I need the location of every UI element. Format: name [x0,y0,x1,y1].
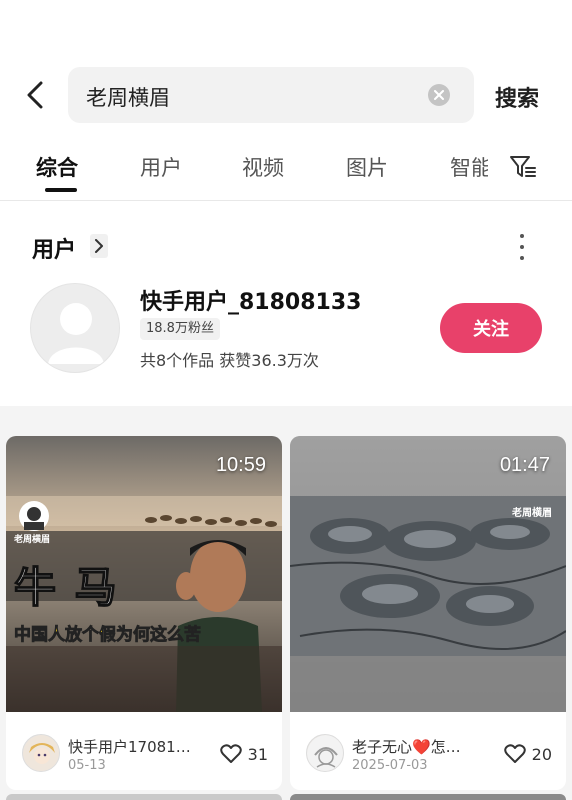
thumbnail-overlay-title: 牛 马 [13,562,119,613]
author-avatar [22,734,60,772]
search-input[interactable]: 老周横眉 [68,67,474,123]
more-dot-icon [520,234,524,238]
anime-avatar-icon [23,735,59,771]
user-section-more-button[interactable] [90,234,108,258]
default-avatar-icon [48,303,104,364]
more-dot-icon [520,256,524,260]
active-tab-indicator [45,188,77,192]
tabs-divider [0,200,572,201]
sketch-avatar-icon [307,735,343,771]
search-header: 老周横眉 搜索 [0,67,572,123]
back-button[interactable] [22,81,48,109]
back-arrow-icon [27,81,43,109]
video-thumbnail: 老周横眉 牛 马 中国人放个假为何这么苦 10:59 [6,436,282,712]
tab-smart-clip: 智能 [448,148,488,188]
thumbnail-overlay-subtitle: 中国人放个假为何这么苦 [14,625,202,646]
tab-videos[interactable]: 视频 [242,152,284,182]
user-section-title: 用户 [32,238,77,263]
follow-button[interactable]: 关注 [440,303,542,353]
video-duration: 01:47 [499,454,550,476]
post-date: 05-13 [68,758,106,773]
like-button[interactable]: 20 [503,744,552,764]
tab-smart[interactable]: 智能 [450,152,488,182]
search-submit-button[interactable]: 搜索 [495,81,539,113]
next-card-peek [6,794,282,800]
close-icon [434,90,444,100]
filter-button[interactable] [508,152,538,182]
author-name: 老子无心❤️怎… [352,738,461,756]
section-divider [0,406,572,432]
filter-icon [510,156,536,177]
clear-search-button[interactable] [428,84,450,106]
tab-users[interactable]: 用户 [140,152,182,182]
next-card-peek [290,794,566,800]
thumbnail-image [290,436,566,712]
video-duration: 10:59 [215,454,266,476]
more-dot-icon [520,245,524,249]
user-name[interactable]: 快手用户_81808133 [140,284,361,316]
tab-comprehensive[interactable]: 综合 [36,152,78,182]
more-options-button[interactable] [512,234,532,260]
like-count: 20 [531,744,552,764]
heart-icon [219,744,242,763]
author-avatar [306,734,344,772]
tab-images[interactable]: 图片 [346,152,388,182]
like-count: 31 [247,744,268,764]
author-name: 快手用户17081… [68,738,191,756]
search-query-text: 老周横眉 [86,86,170,110]
post-date: 2025-07-03 [352,758,428,773]
video-card[interactable]: 老周横眉 牛 马 中国人放个假为何这么苦 10:59 快手用户17081… 05… [6,436,282,790]
fans-count-badge: 18.8万粉丝 [140,318,220,340]
video-thumbnail: 老周横眉 01:47 [290,436,566,712]
user-stats: 共8个作品 获赞36.3万次 [140,351,319,370]
channel-mark-text: 老周横眉 [512,508,552,519]
like-button[interactable]: 31 [219,744,268,764]
video-card[interactable]: 老周横眉 01:47 老子无心❤️怎… 2025-07-03 20 [290,436,566,790]
chevron-right-icon [95,239,103,253]
heart-icon [503,744,526,763]
result-tabs: 综合 用户 视频 图片 智能 [0,148,572,200]
user-avatar[interactable] [30,283,120,373]
channel-mark-text: 老周横眉 [14,535,51,545]
